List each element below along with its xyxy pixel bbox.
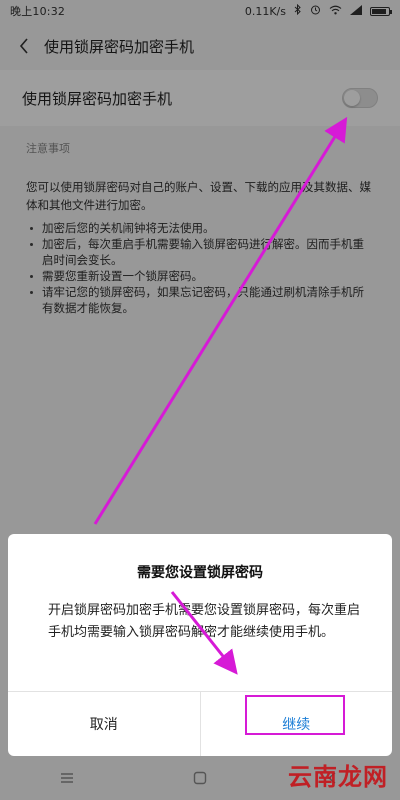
set-lock-password-dialog: 需要您设置锁屏密码 开启锁屏密码加密手机需要您设置锁屏密码，每次重启手机均需要输… bbox=[8, 534, 392, 756]
menu-icon[interactable] bbox=[55, 766, 79, 790]
cancel-button-label: 取消 bbox=[89, 717, 118, 733]
dialog-buttons: 取消 继续 bbox=[8, 691, 392, 756]
cancel-button[interactable]: 取消 bbox=[8, 692, 200, 756]
dialog-title: 需要您设置锁屏密码 bbox=[137, 565, 263, 581]
screen: 晚上10:32 0.11K/s 使用锁屏密码加密手机 使用锁屏密码加密手机 注意… bbox=[0, 0, 400, 800]
dialog-message: 开启锁屏密码加密手机需要您设置锁屏密码，每次重启手机均需要输入锁屏密码解密才能继… bbox=[48, 603, 361, 640]
annotation-highlight-box bbox=[244, 695, 345, 735]
home-icon[interactable] bbox=[188, 766, 212, 790]
watermark-logo: 云南龙网 bbox=[288, 763, 388, 791]
continue-button[interactable]: 继续 bbox=[199, 692, 393, 756]
